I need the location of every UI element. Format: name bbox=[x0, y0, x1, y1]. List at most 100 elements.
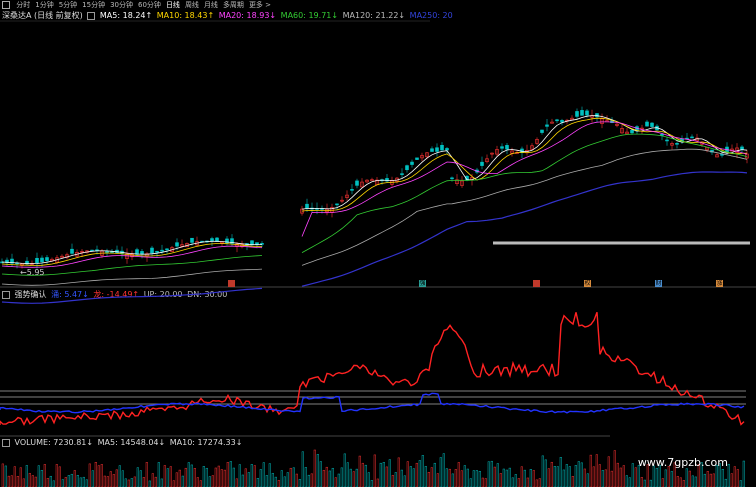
volume-bar bbox=[727, 463, 730, 487]
volume-bar bbox=[547, 468, 550, 487]
volume-bar bbox=[688, 470, 691, 487]
volume-bar bbox=[451, 473, 454, 487]
volume-bar bbox=[370, 480, 373, 487]
volume-bar bbox=[259, 469, 262, 487]
volume-bar bbox=[358, 455, 361, 487]
volume-bar bbox=[331, 467, 334, 487]
candle-body bbox=[560, 119, 564, 123]
volume-bar bbox=[160, 478, 163, 487]
volume-bar bbox=[343, 453, 346, 487]
volume-bar bbox=[406, 461, 409, 487]
volume-bar bbox=[292, 467, 295, 487]
candle-body bbox=[305, 203, 309, 209]
volume-bar bbox=[169, 466, 172, 487]
volume-bar bbox=[703, 473, 706, 487]
volume-bar bbox=[337, 473, 340, 487]
volume-bar bbox=[538, 478, 541, 487]
volume-bar bbox=[736, 469, 739, 487]
volume-bar bbox=[322, 470, 325, 487]
event-marker[interactable]: 涨 bbox=[716, 280, 723, 287]
volume-bar bbox=[64, 477, 67, 487]
volume-bar bbox=[616, 462, 619, 487]
volume-bar bbox=[574, 465, 577, 487]
volume-bar bbox=[661, 478, 664, 487]
volume-bar bbox=[208, 476, 211, 487]
volume-bar bbox=[13, 466, 16, 487]
volume-bar bbox=[211, 475, 214, 487]
volume-bar bbox=[121, 470, 124, 487]
volume-bar bbox=[310, 473, 313, 487]
volume-bar bbox=[685, 468, 688, 487]
volume-bar bbox=[82, 476, 85, 487]
volume-bar bbox=[457, 462, 460, 487]
volume-bar bbox=[157, 462, 160, 487]
event-marker[interactable]: 强 bbox=[419, 280, 426, 287]
candle-body bbox=[690, 136, 694, 139]
volume-bar bbox=[433, 462, 436, 487]
volume-bar bbox=[262, 462, 265, 487]
volume-bar bbox=[100, 464, 103, 487]
volume-bar bbox=[115, 469, 118, 487]
candle-body bbox=[165, 248, 169, 251]
candle-body bbox=[105, 251, 109, 253]
volume-bar bbox=[592, 466, 595, 487]
volume-bar bbox=[70, 473, 73, 487]
volume-bar bbox=[223, 469, 226, 487]
volume-bar bbox=[559, 457, 562, 487]
candle-body bbox=[40, 257, 44, 263]
volume-bar bbox=[619, 467, 622, 487]
volume-bar bbox=[316, 454, 319, 487]
volume-bar bbox=[10, 475, 13, 487]
volume-bar bbox=[670, 471, 673, 487]
event-marker[interactable] bbox=[533, 280, 540, 287]
event-marker[interactable]: 财 bbox=[655, 280, 662, 287]
volume-bar bbox=[163, 465, 166, 487]
candle-body bbox=[370, 179, 374, 181]
volume-bar bbox=[253, 465, 256, 487]
volume-bar bbox=[190, 464, 193, 487]
volume-bar bbox=[709, 473, 712, 487]
volume-bar bbox=[505, 469, 508, 487]
volume-bar bbox=[556, 466, 559, 487]
volume-bar bbox=[298, 479, 301, 487]
volume-bar bbox=[31, 475, 34, 487]
volume-bar bbox=[385, 466, 388, 487]
volume-bar bbox=[565, 464, 568, 487]
watermark: www.7gpzb.com bbox=[637, 456, 728, 469]
volume-bar bbox=[196, 477, 199, 487]
kline-chart[interactable] bbox=[0, 0, 756, 487]
event-marker[interactable]: 权 bbox=[584, 280, 591, 287]
volume-bar bbox=[595, 454, 598, 487]
volume-bar bbox=[304, 467, 307, 487]
volume-bar bbox=[607, 456, 610, 487]
volume-bar bbox=[634, 467, 637, 487]
volume-bar bbox=[187, 462, 190, 487]
volume-bar bbox=[742, 460, 745, 487]
volume-bar bbox=[340, 467, 343, 487]
event-marker[interactable] bbox=[228, 280, 235, 287]
volume-bar bbox=[91, 470, 94, 487]
volume-bar bbox=[247, 472, 250, 487]
candle-body bbox=[400, 173, 404, 175]
volume-bar bbox=[172, 480, 175, 487]
volume-bar bbox=[496, 463, 499, 487]
volume-bar bbox=[235, 478, 238, 487]
volume-bar bbox=[328, 470, 331, 487]
volume-bar bbox=[148, 480, 151, 487]
candle-body bbox=[350, 189, 354, 191]
volume-bar bbox=[88, 463, 91, 487]
volume-bar bbox=[277, 480, 280, 487]
candle-body bbox=[190, 237, 194, 243]
volume-bar bbox=[118, 465, 121, 487]
candle-body bbox=[160, 249, 164, 252]
volume-bar bbox=[472, 470, 475, 487]
volume-bar bbox=[649, 479, 652, 487]
volume-bar bbox=[436, 473, 439, 487]
volume-bar bbox=[28, 473, 31, 487]
volume-bar bbox=[109, 471, 112, 487]
candle-body bbox=[210, 238, 214, 242]
volume-bar bbox=[301, 451, 304, 487]
volume-bar bbox=[250, 464, 253, 487]
volume-bar bbox=[502, 468, 505, 487]
volume-bar bbox=[652, 465, 655, 487]
